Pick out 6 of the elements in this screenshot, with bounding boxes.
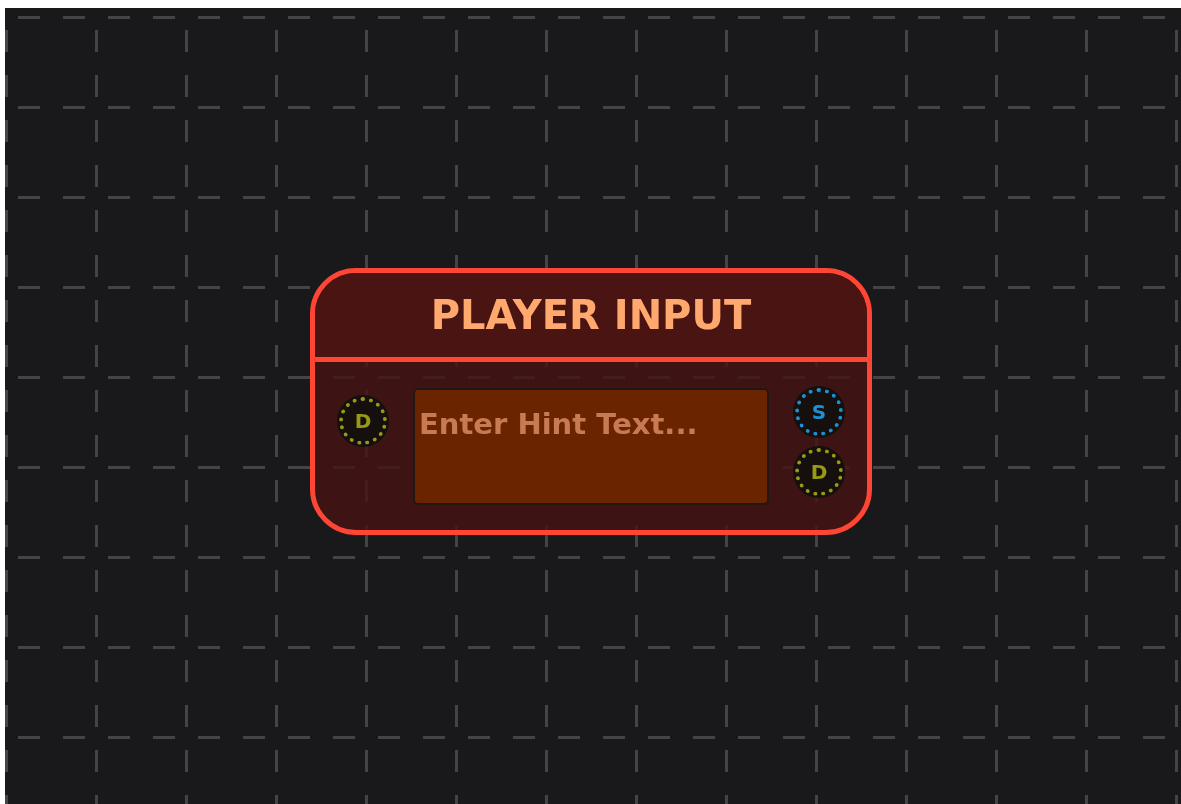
node-title: PLAYER INPUT [430, 292, 752, 338]
output-port[interactable]: D [795, 448, 843, 496]
input-port[interactable]: D [339, 397, 387, 445]
hint-text-field[interactable]: Enter Hint Text... [413, 388, 769, 505]
node-card[interactable]: PLAYER INPUT D Enter Hint Text... S D [310, 268, 872, 535]
output-port[interactable]: S [795, 388, 843, 436]
